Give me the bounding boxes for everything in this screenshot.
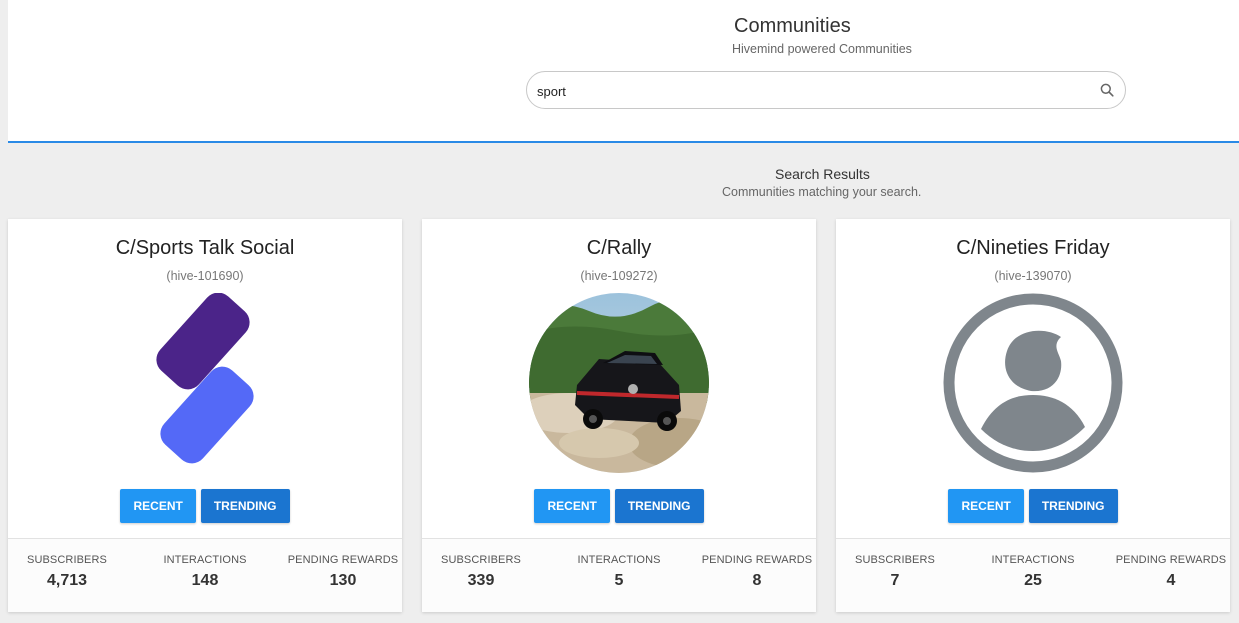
stat-interactions: INTERACTIONS 148 [140, 554, 270, 590]
trending-button[interactable]: TRENDING [614, 489, 704, 523]
search-input[interactable] [537, 80, 1077, 102]
community-stats: SUBSCRIBERS 339 INTERACTIONS 5 PENDING R… [422, 538, 816, 612]
rally-car-photo[interactable] [529, 293, 709, 473]
stat-value: 130 [329, 572, 357, 589]
community-id: (hive-139070) [994, 269, 1072, 283]
stat-label: PENDING REWARDS [287, 554, 399, 566]
sports-talk-social-logo[interactable] [115, 293, 295, 473]
community-id: (hive-109272) [580, 269, 658, 283]
page-subtitle: Hivemind powered Communities [732, 42, 912, 56]
results-title: Search Results [775, 166, 870, 182]
stat-value: 5 [614, 572, 624, 589]
recent-button[interactable]: RECENT [534, 489, 610, 523]
stat-label: INTERACTIONS [163, 554, 247, 566]
stat-label: INTERACTIONS [577, 554, 661, 566]
stat-interactions: INTERACTIONS 25 [968, 554, 1098, 590]
trending-button[interactable]: TRENDING [1028, 489, 1118, 523]
community-card: C/Nineties Friday (hive-139070) RECENT TR… [836, 219, 1230, 612]
page-title: Communities [734, 15, 851, 37]
community-id: (hive-101690) [166, 269, 244, 283]
stat-value: 25 [1024, 572, 1042, 589]
stat-label: INTERACTIONS [991, 554, 1075, 566]
recent-button[interactable]: RECENT [120, 489, 196, 523]
stat-pending-rewards: PENDING REWARDS 4 [1106, 554, 1236, 590]
stat-label: PENDING REWARDS [1115, 554, 1227, 566]
community-stats: SUBSCRIBERS 7 INTERACTIONS 25 PENDING RE… [836, 538, 1230, 612]
community-title[interactable]: C/Nineties Friday [836, 237, 1230, 260]
default-avatar-icon[interactable] [943, 293, 1123, 473]
community-title[interactable]: C/Rally [422, 237, 816, 260]
community-title[interactable]: C/Sports Talk Social [8, 237, 402, 260]
stat-subscribers: SUBSCRIBERS 339 [416, 554, 546, 590]
stat-value: 148 [191, 572, 219, 589]
stat-label: SUBSCRIBERS [855, 554, 935, 566]
stat-value: 4,713 [46, 572, 88, 589]
stat-label: SUBSCRIBERS [441, 554, 521, 566]
page-header: Communities Hivemind powered Communities [8, 0, 1239, 143]
community-card: C/Sports Talk Social (hive-101690) RECEN… [8, 219, 402, 612]
community-stats: SUBSCRIBERS 4,713 INTERACTIONS 148 PENDI… [8, 538, 402, 612]
stat-value: 8 [752, 572, 762, 589]
search-box[interactable] [526, 71, 1126, 109]
stat-label: SUBSCRIBERS [27, 554, 107, 566]
results-subtitle: Communities matching your search. [722, 185, 922, 199]
recent-button[interactable]: RECENT [948, 489, 1024, 523]
stat-value: 4 [1166, 572, 1176, 589]
stat-label: PENDING REWARDS [701, 554, 813, 566]
community-card: C/Rally (hive-109272) RECENT TRENDING SU… [422, 219, 816, 612]
stat-value: 7 [890, 572, 900, 589]
stat-value: 339 [467, 572, 495, 589]
stat-pending-rewards: PENDING REWARDS 130 [278, 554, 408, 590]
trending-button[interactable]: TRENDING [200, 489, 290, 523]
stat-subscribers: SUBSCRIBERS 7 [830, 554, 960, 590]
stat-interactions: INTERACTIONS 5 [554, 554, 684, 590]
stat-pending-rewards: PENDING REWARDS 8 [692, 554, 822, 590]
search-icon[interactable] [1100, 83, 1114, 97]
stat-subscribers: SUBSCRIBERS 4,713 [2, 554, 132, 590]
